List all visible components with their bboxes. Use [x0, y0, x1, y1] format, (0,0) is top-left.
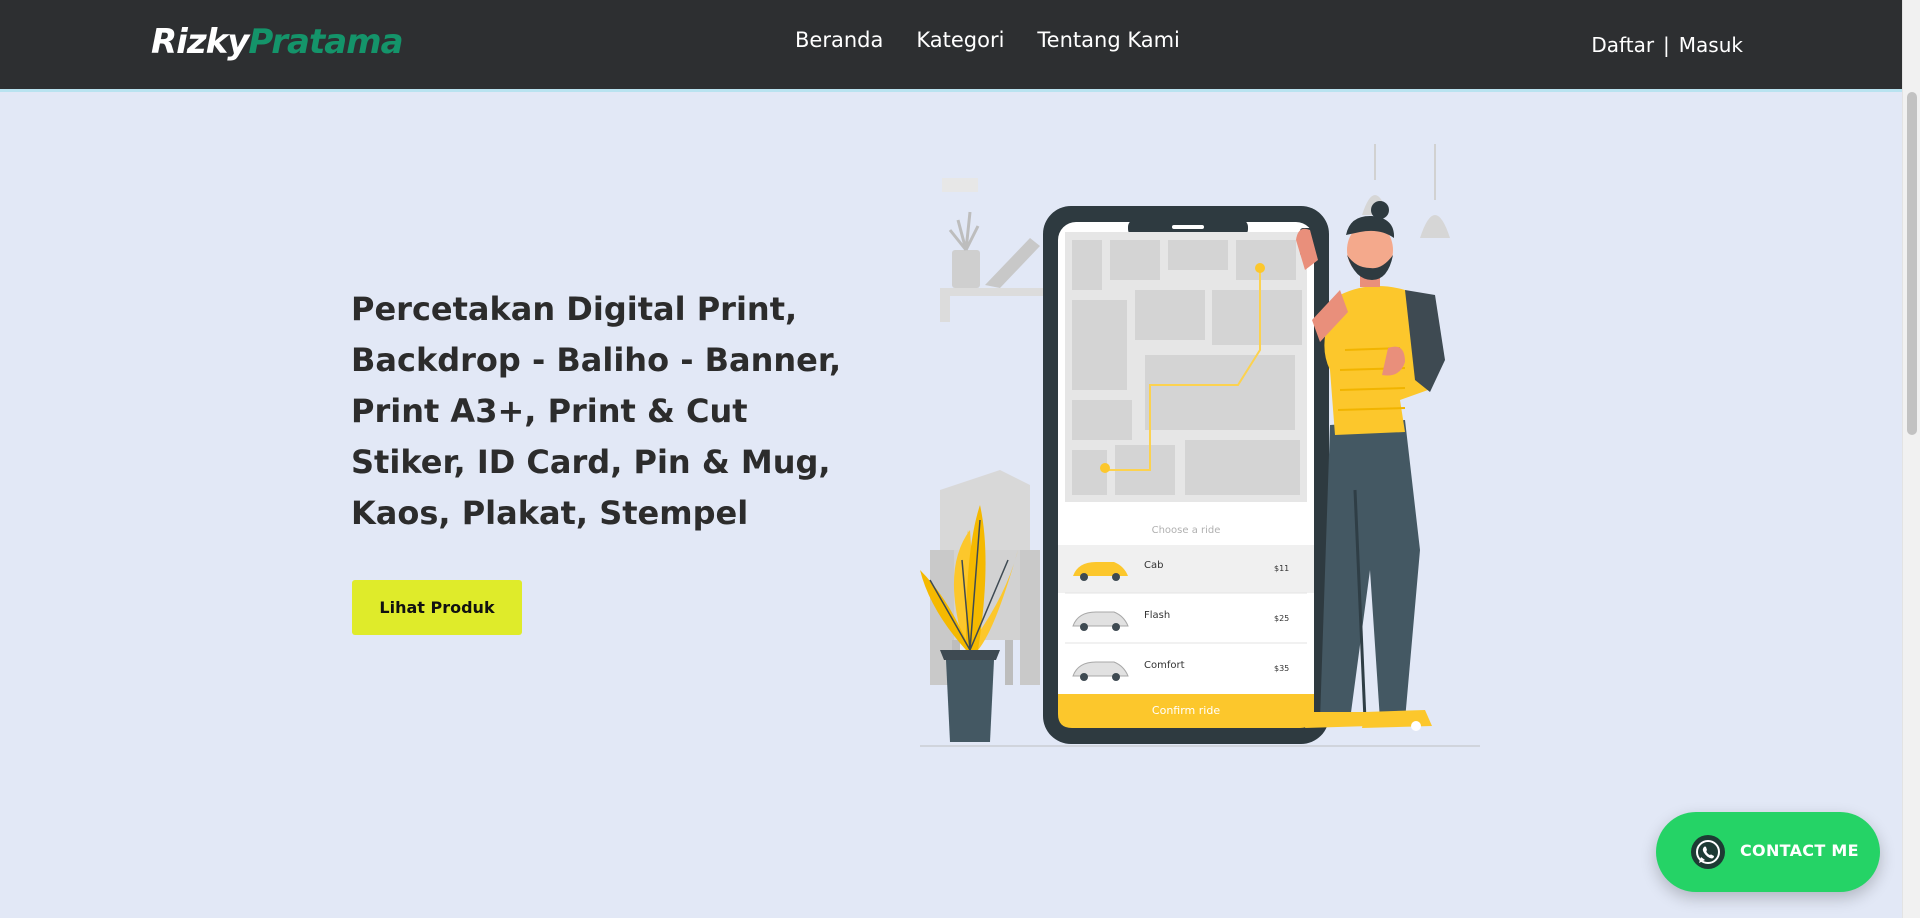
shelf-decoration [940, 178, 1060, 322]
logo-first-name: Rizky [151, 22, 249, 62]
phone-mockup: Choose a ride Cab $11 Flash $25 Comfort … [1043, 206, 1329, 744]
confirm-ride-label: Confirm ride [1152, 704, 1220, 717]
nav-beranda[interactable]: Beranda [795, 28, 883, 52]
logo-last-name: Pratama [248, 22, 403, 62]
nav-kategori[interactable]: Kategori [916, 28, 1004, 52]
auth-links: Daftar | Masuk [1591, 33, 1743, 57]
page-scrollbar[interactable] [1902, 0, 1920, 918]
whatsapp-icon [1691, 835, 1725, 869]
ride-name: Flash [1144, 610, 1170, 621]
logo[interactable]: RizkyPratama [151, 22, 404, 62]
register-link[interactable]: Daftar [1591, 33, 1654, 57]
contact-me-label: CONTACT ME [1740, 841, 1859, 860]
login-link[interactable]: Masuk [1679, 33, 1743, 57]
main-nav: Beranda Kategori Tentang Kami [795, 28, 1180, 52]
scrollbar-thumb[interactable] [1907, 92, 1917, 435]
ride-price: $25 [1274, 614, 1289, 623]
auth-separator: | [1663, 33, 1670, 57]
ride-price: $35 [1274, 664, 1289, 673]
hero-illustration: Choose a ride Cab $11 Flash $25 Comfort … [920, 144, 1480, 747]
nav-tentang-kami[interactable]: Tentang Kami [1037, 28, 1179, 52]
hero-title: Percetakan Digital Print, Backdrop - Bal… [351, 290, 842, 532]
contact-me-button[interactable]: CONTACT ME [1656, 812, 1880, 892]
ride-name: Comfort [1144, 660, 1185, 671]
navbar: RizkyPratama Beranda Kategori Tentang Ka… [0, 0, 1902, 92]
ride-name: Cab [1144, 560, 1163, 571]
choose-ride-label: Choose a ride [1152, 525, 1221, 536]
view-products-button[interactable]: Lihat Produk [352, 580, 522, 635]
ride-price: $11 [1274, 564, 1289, 573]
